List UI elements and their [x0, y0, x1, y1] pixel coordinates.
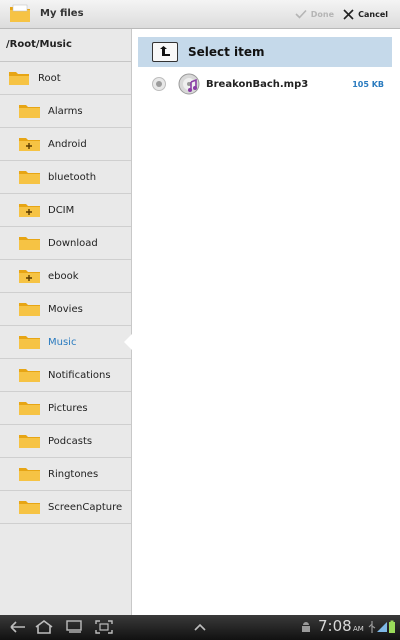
notification-drawer-button[interactable] [190, 619, 210, 635]
check-icon [295, 9, 307, 19]
screenshot-button[interactable] [94, 619, 114, 635]
file-row[interactable]: BreakonBach.mp3 105 KB [138, 69, 392, 99]
tree-item-ringtones[interactable]: Ringtones [0, 458, 131, 491]
folder-plus-icon [19, 138, 40, 151]
folder-icon [19, 501, 40, 514]
file-size: 105 KB [352, 79, 384, 89]
folder-plus-icon [19, 204, 40, 217]
folder-plus-icon [19, 270, 40, 283]
home-button[interactable] [34, 619, 54, 635]
battery-status [382, 619, 400, 635]
up-folder-button[interactable] [152, 42, 178, 62]
tree-item-ebook[interactable]: ebook [0, 260, 131, 293]
tree-item-label: Music [48, 336, 77, 348]
tree-item-label: Notifications [48, 369, 111, 381]
clock-time: 7:08 [318, 617, 352, 635]
tree-item-alarms[interactable]: Alarms [0, 95, 131, 128]
action-bar: My files Done Cancel [0, 0, 400, 29]
chevron-up-icon [194, 623, 206, 631]
tree-item-notifications[interactable]: Notifications [0, 359, 131, 392]
folder-icon [19, 171, 40, 184]
file-radio-button[interactable] [152, 77, 166, 91]
tree-item-label: ScreenCapture [48, 501, 123, 513]
battery-icon [389, 620, 395, 633]
tree-item-bluetooth[interactable]: bluetooth [0, 161, 131, 194]
tree-item-label: DCIM [48, 204, 75, 216]
tree-item-pictures[interactable]: Pictures [0, 392, 131, 425]
tree-item-label: Pictures [48, 402, 88, 414]
tree-item-android[interactable]: Android [0, 128, 131, 161]
tree-item-label: Ringtones [48, 468, 99, 480]
select-item-title: Select item [188, 45, 265, 59]
tree-item-label: bluetooth [48, 171, 97, 183]
folder-icon [19, 435, 40, 448]
tree-item-music[interactable]: Music [0, 326, 132, 359]
tree-item-label: Podcasts [48, 435, 93, 447]
tree-item-podcasts[interactable]: Podcasts [0, 425, 131, 458]
folder-icon [19, 402, 40, 415]
folder-icon [19, 369, 40, 382]
back-button[interactable] [8, 619, 28, 635]
cancel-label: Cancel [358, 9, 388, 19]
folder-icon [10, 4, 30, 22]
tree-item-screencapture[interactable]: ScreenCapture [0, 491, 131, 524]
done-button[interactable]: Done [295, 0, 334, 28]
android-status [296, 619, 316, 635]
done-label: Done [310, 9, 334, 19]
open-folder-icon [9, 72, 29, 85]
folder-icon [19, 336, 40, 349]
android-icon [302, 622, 310, 632]
tree-item-movies[interactable]: Movies [0, 293, 131, 326]
home-icon [35, 620, 53, 634]
tree-item-download[interactable]: Download [0, 227, 131, 260]
tree-item-label: Movies [48, 303, 83, 315]
folder-icon [19, 105, 40, 118]
tree-item-label: Alarms [48, 105, 83, 117]
folder-icon [19, 468, 40, 481]
recent-apps-icon [66, 620, 82, 633]
up-arrow-icon [160, 46, 170, 56]
selection-indicator [124, 334, 132, 350]
app-title: My files [40, 8, 84, 19]
file-list-panel: Select item BreakonBach.mp3 105 KB [132, 29, 400, 615]
screenshot-icon [95, 620, 113, 634]
tree-item-dcim[interactable]: DCIM [0, 194, 131, 227]
tree-item-label: ebook [48, 270, 79, 282]
tree-item-label: Download [48, 237, 98, 249]
tree-item-label: Root [38, 72, 61, 84]
tree-item-root[interactable]: Root [0, 62, 131, 95]
back-icon [10, 621, 25, 633]
close-icon [343, 8, 354, 20]
select-item-header: Select item [138, 37, 392, 67]
folder-icon [19, 303, 40, 316]
recent-apps-button[interactable] [64, 619, 84, 635]
tree-item-label: Android [48, 138, 87, 150]
music-file-icon [178, 73, 200, 95]
system-bar: 7:08 AM [0, 615, 400, 640]
folder-icon [19, 237, 40, 250]
file-name: BreakonBach.mp3 [206, 78, 309, 90]
folder-tree-panel: /Root/Music Root Alarms Android bluetooth D… [0, 29, 132, 615]
cancel-button[interactable]: Cancel [343, 0, 388, 28]
breadcrumb: /Root/Music [0, 29, 131, 62]
